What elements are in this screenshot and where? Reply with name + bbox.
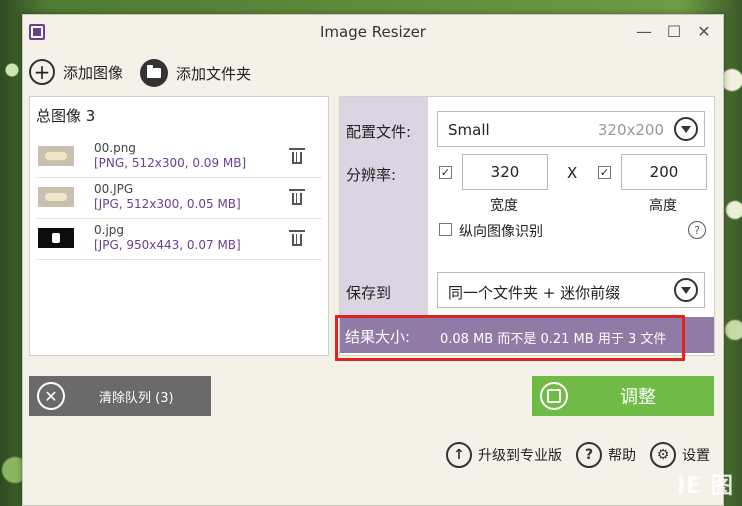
add-folder-button[interactable]: 添加文件夹	[140, 59, 251, 87]
settings-label: 设置	[682, 448, 710, 464]
result-size-bar: 结果大小: 0.08 MB 而不是 0.21 MB 用于 3 文件	[340, 317, 714, 353]
file-meta: [PNG, 512x300, 0.09 MB]	[94, 156, 247, 170]
resize-button[interactable]: 调整	[532, 376, 714, 416]
result-size-label: 结果大小:	[345, 328, 411, 346]
width-label: 宽度	[490, 198, 518, 214]
add-image-button[interactable]: + 添加图像	[29, 59, 123, 85]
save-to-label: 保存到	[346, 284, 392, 302]
clear-queue-button[interactable]: ✕ 清除队列 (3)	[29, 376, 211, 416]
trash-icon[interactable]	[289, 229, 305, 247]
height-label: 高度	[649, 198, 677, 214]
watermark: IE 图	[677, 474, 734, 499]
help-button[interactable]: ? 帮助	[576, 442, 636, 468]
profile-size: 320x200	[597, 121, 664, 139]
upgrade-button[interactable]: ↑ 升级到专业版	[446, 442, 562, 468]
question-icon: ?	[576, 442, 602, 468]
save-to-dropdown[interactable]: 同一个文件夹 + 迷你前缀	[437, 272, 705, 308]
help-icon[interactable]: ?	[688, 221, 706, 239]
profile-dropdown[interactable]: Small 320x200	[437, 111, 705, 147]
width-input[interactable]: 320	[462, 154, 548, 190]
image-thumbnail	[38, 187, 74, 207]
minimize-button[interactable]: —	[631, 21, 657, 41]
file-list-panel: 总图像 3 00.png [PNG, 512x300, 0.09 MB] 00.…	[29, 96, 329, 356]
window-title: Image Resizer	[320, 23, 426, 41]
resize-label: 调整	[620, 387, 656, 408]
plus-icon: +	[29, 59, 55, 85]
chevron-down-icon	[674, 117, 698, 141]
upgrade-label: 升级到专业版	[478, 448, 562, 464]
file-row[interactable]: 0.jpg [JPG, 950x443, 0.07 MB]	[36, 219, 322, 260]
folder-icon	[140, 59, 168, 87]
image-thumbnail	[38, 228, 74, 248]
add-folder-label: 添加文件夹	[176, 64, 252, 83]
resize-icon	[540, 382, 568, 410]
trash-icon[interactable]	[289, 147, 305, 165]
portrait-checkbox[interactable]	[439, 223, 452, 236]
settings-panel: 配置文件: Small 320x200 分辨率: ✓ 320 X ✓ 200 宽…	[339, 96, 715, 356]
close-button[interactable]: ✕	[691, 21, 717, 41]
width-checkbox[interactable]: ✓	[439, 166, 452, 179]
profile-label: 配置文件:	[346, 123, 412, 141]
file-name: 00.JPG	[94, 182, 134, 196]
settings-button[interactable]: ⚙ 设置	[650, 442, 710, 468]
file-meta: [JPG, 950x443, 0.07 MB]	[94, 238, 241, 252]
profile-value: Small	[448, 121, 490, 139]
result-size-text: 0.08 MB 而不是 0.21 MB 用于 3 文件	[440, 332, 667, 347]
dimension-separator: X	[567, 164, 578, 182]
resolution-label: 分辨率:	[346, 166, 397, 184]
file-meta: [JPG, 512x300, 0.05 MB]	[94, 197, 241, 211]
app-logo-icon	[29, 24, 45, 40]
clear-queue-label: 清除队列 (3)	[99, 390, 174, 406]
chevron-down-icon	[674, 278, 698, 302]
height-input[interactable]: 200	[621, 154, 707, 190]
add-image-label: 添加图像	[63, 63, 124, 82]
arrow-up-icon: ↑	[446, 442, 472, 468]
image-thumbnail	[38, 146, 74, 166]
close-circle-icon: ✕	[37, 382, 65, 410]
title-bar: Image Resizer — ☐ ✕	[23, 15, 723, 49]
height-checkbox[interactable]: ✓	[598, 166, 611, 179]
gear-icon: ⚙	[650, 442, 676, 468]
save-to-value: 同一个文件夹 + 迷你前缀	[448, 284, 621, 302]
trash-icon[interactable]	[289, 188, 305, 206]
file-count: 总图像 3	[36, 107, 96, 125]
file-name: 00.png	[94, 141, 136, 155]
file-row[interactable]: 00.JPG [JPG, 512x300, 0.05 MB]	[36, 178, 322, 219]
file-name: 0.jpg	[94, 223, 125, 237]
maximize-button[interactable]: ☐	[661, 21, 687, 41]
help-label: 帮助	[608, 448, 636, 464]
portrait-label: 纵向图像识别	[459, 224, 543, 240]
file-row[interactable]: 00.png [PNG, 512x300, 0.09 MB]	[36, 137, 322, 178]
app-window: Image Resizer — ☐ ✕ + 添加图像 添加文件夹 总图像 3 0…	[22, 14, 724, 506]
